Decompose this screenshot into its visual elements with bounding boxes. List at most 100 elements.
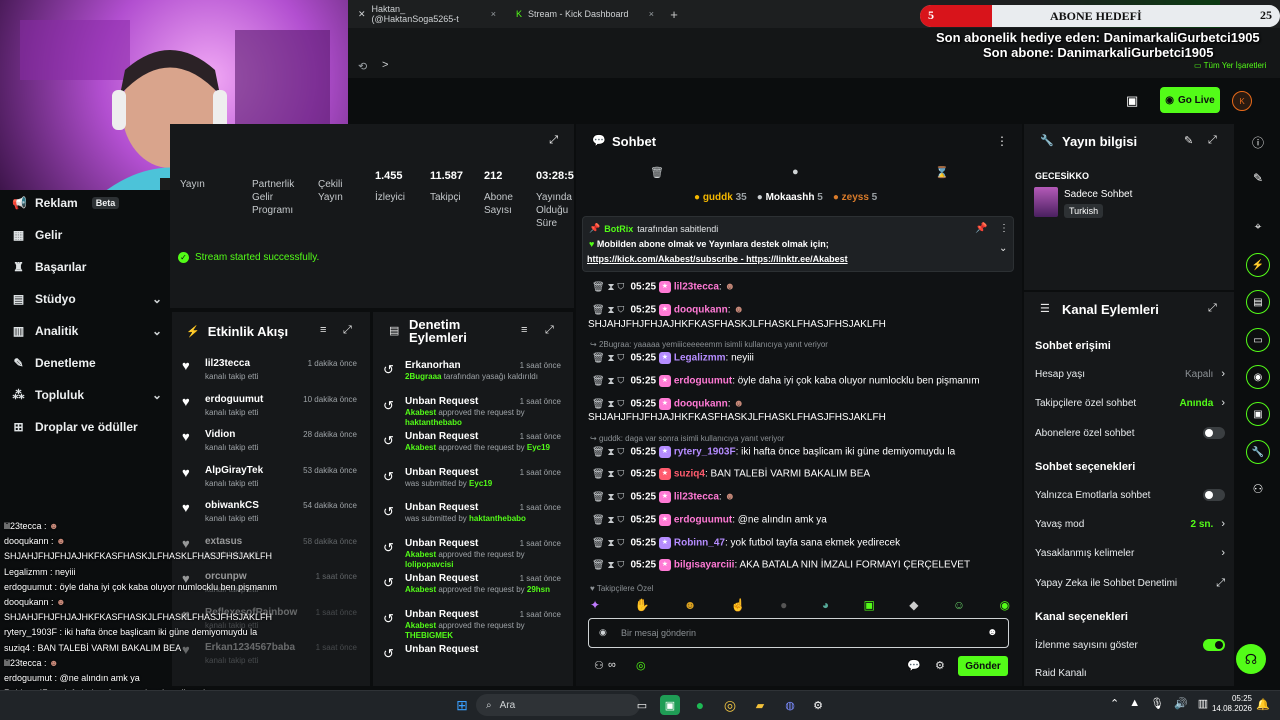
trash-icon[interactable]: 🗑	[592, 376, 607, 387]
close-icon[interactable]: ×	[491, 9, 496, 19]
moderation-target[interactable]: haktanthebabo	[469, 514, 526, 523]
shield-icon[interactable]: ⛉	[617, 538, 624, 549]
emote[interactable]: ☻	[684, 598, 697, 614]
chevron-up-icon[interactable]: ⌃	[1110, 697, 1119, 710]
kick-icon[interactable]: ◎	[636, 659, 646, 672]
message-actions[interactable]: 🗑 ⧗ ⛉	[592, 353, 625, 364]
taskbar-clock[interactable]: 05:25 14.08.2026	[1208, 694, 1252, 714]
sidebar-item-gelir[interactable]: ▦ Gelir	[12, 228, 162, 242]
expand-icon[interactable]: ⤢	[1208, 302, 1217, 315]
taskbar-search[interactable]: ⌕ Ara	[476, 694, 640, 716]
trash-icon[interactable]: 🗑	[592, 469, 607, 480]
toggle-switch[interactable]	[1203, 639, 1225, 651]
activity-item[interactable]: ♥ extasus kanalı takip etti 58 dakika önce	[172, 532, 367, 568]
moderation-actor[interactable]: Akabest	[405, 585, 436, 594]
setting-ai-moderation[interactable]: Yapay Zeka ile Sohbet Denetimi ⤢	[1035, 577, 1225, 590]
hourglass-icon[interactable]: ⧗	[607, 515, 617, 526]
moderation-target[interactable]: Eyc19	[527, 443, 550, 452]
sidebar-item-studyo[interactable]: ▤ Stüdyo ⌄	[12, 292, 162, 306]
chat-message[interactable]: 🗑 ⧗ ⛉ 05:25 ★ Robinn_47: yok futbol tayfa …	[592, 537, 900, 549]
moderation-actor[interactable]: 2Bugraaa	[405, 372, 441, 381]
activity-item[interactable]: ♥ Erkan1234567baba kanalı takip etti 1 saat…	[172, 638, 367, 674]
shield-icon[interactable]: ⛉	[617, 515, 624, 526]
document-icon[interactable]: ▤	[1246, 290, 1270, 314]
chat-username[interactable]: rytery_1903F	[674, 447, 736, 458]
sidebar-item-denetleme[interactable]: ✎ Denetleme	[12, 356, 162, 370]
moderation-item[interactable]: ↺ Unban Request was submitted by haktanthe…	[373, 498, 569, 534]
close-icon[interactable]: ×	[649, 9, 654, 19]
user-icon[interactable]: ⚇	[594, 659, 604, 672]
bolt-icon[interactable]: ⚡	[1246, 253, 1270, 277]
setting-account-age[interactable]: Hesap yaşı Kapalı ›	[1035, 368, 1225, 380]
message-actions[interactable]: 🗑 ⧗ ⛉	[592, 282, 625, 293]
emote[interactable]: ◆	[909, 598, 918, 614]
pencil-icon[interactable]: ✎	[1184, 134, 1193, 147]
moderation-target[interactable]: haktanthebabo	[405, 418, 462, 427]
hourglass-icon[interactable]: ⧗	[607, 560, 617, 571]
chat-username[interactable]: dooqukann	[674, 305, 728, 316]
hourglass-icon[interactable]: ⧗	[607, 469, 617, 480]
browser-tab[interactable]: K Stream - Kick Dashboard ×	[506, 0, 664, 28]
chat-message[interactable]: 🗑 ⧗ ⛉ 05:25 ★ erdoguumut: @ne alındın amk …	[592, 514, 827, 526]
emote[interactable]: ☝	[731, 598, 746, 614]
message-actions[interactable]: 🗑 ⧗ ⛉	[592, 469, 625, 480]
trash-icon[interactable]: 🗑	[592, 447, 607, 458]
activity-item[interactable]: ♥ AlpGirayTek kanalı takip etti 53 dakika ö…	[172, 461, 367, 497]
chat-icon[interactable]: ●	[792, 166, 799, 178]
chat-message[interactable]: 🗑 ⧗ ⛉ 05:25 ★ erdoguumut: öyle daha iyi ço…	[592, 375, 980, 387]
hourglass-icon[interactable]: ⧗	[607, 282, 617, 293]
shield-icon[interactable]: ⛉	[617, 305, 624, 316]
emote[interactable]: ●	[780, 598, 787, 614]
trash-icon[interactable]: 🗑	[592, 399, 607, 410]
shield-icon[interactable]: ⛉	[617, 447, 624, 458]
hourglass-icon[interactable]: ⧗	[607, 492, 617, 503]
message-actions[interactable]: 🗑 ⧗ ⛉	[592, 560, 625, 571]
moderation-item[interactable]: ↺ Erkanorhan 2Bugraaa tarafından yasağı ka…	[373, 356, 569, 392]
activity-item[interactable]: ♥ obiwankCS kanalı takip etti 54 dakika önc…	[172, 496, 367, 532]
moderation-item[interactable]: ↺ Unban Request Akabest approved the reque…	[373, 392, 569, 428]
message-actions[interactable]: 🗑 ⧗ ⛉	[592, 447, 625, 458]
setting-followers-only[interactable]: Takipçilere özel sohbet Anında ›	[1035, 397, 1225, 409]
chat-username[interactable]: dooqukann	[674, 399, 728, 410]
pencil-icon[interactable]: ✎	[1246, 166, 1270, 190]
extension-icon[interactable]: ⟲	[358, 60, 367, 73]
chat-bubble-icon[interactable]: 💬	[907, 659, 921, 672]
focus-icon[interactable]: ⌖	[1246, 214, 1270, 238]
trash-icon[interactable]: 🗑	[592, 492, 607, 503]
hourglass-icon[interactable]: ⧗	[607, 538, 617, 549]
emote[interactable]: ◉	[999, 598, 1009, 614]
hourglass-icon[interactable]: ⧗	[607, 305, 617, 316]
chat-username[interactable]: Robinn_47	[674, 538, 725, 549]
emote[interactable]: ◕	[822, 598, 829, 614]
moderation-item[interactable]: ↺ Unban Request Akabest approved the reque…	[373, 569, 569, 605]
share-icon[interactable]: ⚇	[1246, 477, 1270, 501]
pinned-link[interactable]: https://linktr.ee/Akabest	[746, 254, 848, 264]
shield-icon[interactable]: ⛉	[617, 282, 624, 293]
chat-message[interactable]: 🗑 ⧗ ⛉ 05:25 ★ dooqukann: ☻	[592, 398, 744, 410]
shield-icon[interactable]: ⛉	[617, 376, 624, 387]
moderation-item[interactable]: ↺ Unban Request Akabest approved the reque…	[373, 605, 569, 641]
trash-icon[interactable]: 🗑	[592, 282, 607, 293]
chrome-icon[interactable]: ◎	[720, 695, 740, 715]
volume-icon[interactable]: 🔊	[1174, 697, 1188, 710]
toggle-switch[interactable]	[1203, 427, 1225, 439]
message-actions[interactable]: 🗑 ⧗ ⛉	[592, 492, 625, 503]
trash-icon[interactable]: 🗑	[592, 538, 607, 549]
bookmarks-folder[interactable]: ▭ Tüm Yer İşaretleri	[1194, 61, 1266, 70]
discord-icon[interactable]: ◍	[780, 695, 800, 715]
chat-message[interactable]: SHJAHJFHJFHJAJHKFKASFHASKJLFHASKLFHASJFH…	[588, 319, 886, 330]
pin-toggle-icon[interactable]: 📌	[975, 223, 987, 234]
emoji-icon[interactable]: ☻	[987, 627, 998, 638]
shield-icon[interactable]: ⛉	[617, 492, 624, 503]
setting-show-viewcount[interactable]: İzlenme sayısını göster	[1035, 639, 1225, 651]
leader-item[interactable]: ● guddk 35	[694, 192, 747, 203]
moderation-target[interactable]: THEBIGMEK	[405, 631, 453, 640]
shield-icon[interactable]: ⛉	[617, 469, 624, 480]
trash-icon[interactable]: 🗑	[650, 166, 664, 179]
more-options-icon[interactable]: ⋮	[999, 223, 1009, 234]
filter-icon[interactable]: ≡	[521, 324, 527, 336]
sidebar-item-droplar[interactable]: ⊞ Droplar ve ödüller	[12, 420, 162, 434]
toggle-switch[interactable]	[1203, 489, 1225, 501]
hourglass-icon[interactable]: ⧗	[607, 376, 617, 387]
chat-message[interactable]: 🗑 ⧗ ⛉ 05:25 ★ rytery_1903F: iki hafta önce…	[592, 446, 955, 458]
